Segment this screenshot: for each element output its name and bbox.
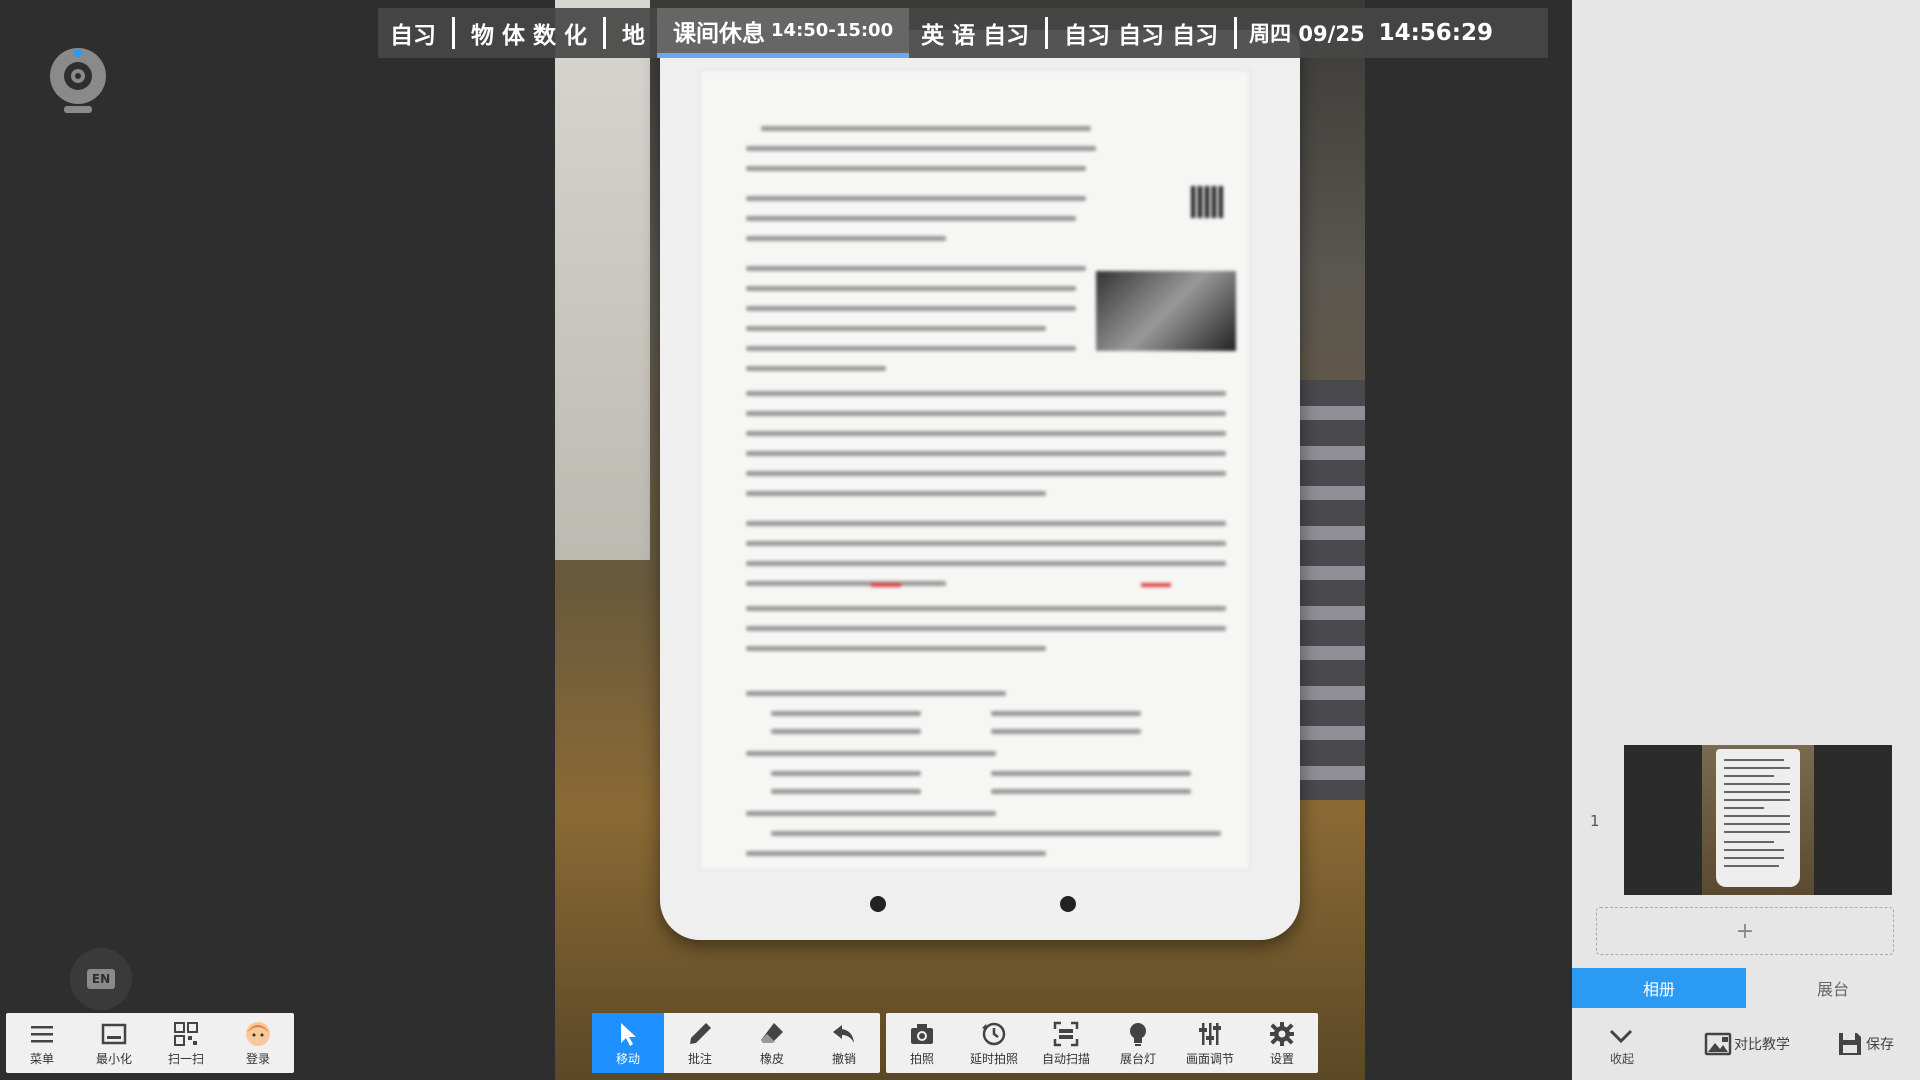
schedule-separator bbox=[1045, 17, 1049, 49]
scan-button[interactable]: 扫一扫 bbox=[150, 1013, 222, 1073]
collapse-button[interactable]: 收起 bbox=[1572, 1022, 1672, 1067]
settings-button[interactable]: 设置 bbox=[1246, 1013, 1318, 1073]
eraser-icon bbox=[761, 1022, 783, 1043]
minimize-button[interactable]: 最小化 bbox=[78, 1013, 150, 1073]
album-panel: 1 + 相册 展台 收起 对比教学 保存 bbox=[1572, 0, 1920, 1080]
tab-stage[interactable]: 展台 bbox=[1746, 968, 1920, 1008]
document-paper bbox=[700, 70, 1250, 870]
background-wall bbox=[555, 0, 650, 560]
schedule-item: 地 bbox=[622, 23, 646, 49]
gear-icon bbox=[1270, 1021, 1294, 1046]
minimize-icon bbox=[101, 1023, 127, 1044]
en-badge: EN bbox=[86, 969, 116, 989]
schedule-item: 自习 bbox=[390, 23, 436, 49]
save-button[interactable]: 保存 bbox=[1836, 1030, 1894, 1058]
light-button[interactable]: 展台灯 bbox=[1102, 1013, 1174, 1073]
thumbnail-index: 1 bbox=[1590, 812, 1600, 830]
light-bulb-icon bbox=[1130, 1022, 1146, 1046]
schedule-current-period: 课间休息 14:50-15:00 bbox=[657, 8, 910, 58]
compare-teaching-button[interactable]: 对比教学 bbox=[1704, 1030, 1790, 1058]
menu-icon bbox=[31, 1025, 53, 1042]
avatar-icon bbox=[246, 1021, 270, 1046]
schedule-item: 物 体 数 化 bbox=[471, 23, 588, 49]
login-button[interactable]: 登录 bbox=[222, 1013, 294, 1073]
current-period-label: 课间休息 bbox=[673, 20, 766, 47]
sliders-icon bbox=[1199, 1022, 1221, 1045]
undo-button[interactable]: 撤销 bbox=[808, 1013, 880, 1073]
move-button[interactable]: 移动 bbox=[592, 1013, 664, 1073]
camera-feed[interactable] bbox=[555, 0, 1365, 1080]
save-icon bbox=[1839, 1033, 1861, 1055]
camera-icon bbox=[911, 1023, 933, 1044]
schedule-clock: 14:56:29 bbox=[1378, 20, 1493, 46]
photo-button[interactable]: 拍照 bbox=[886, 1013, 958, 1073]
cursor-arrow-icon bbox=[621, 1022, 636, 1046]
document-qr-code bbox=[1191, 186, 1223, 218]
timer-photo-button[interactable]: 延时拍照 bbox=[958, 1013, 1030, 1073]
eraser-button[interactable]: 橡皮 bbox=[736, 1013, 808, 1073]
add-page-button[interactable]: + bbox=[1596, 907, 1894, 955]
compare-image-icon bbox=[1704, 1032, 1732, 1056]
capture-toolbar: 拍照 延时拍照 自动扫描 展台灯 画面调节 设置 bbox=[886, 1013, 1318, 1073]
schedule-separator bbox=[452, 17, 455, 49]
tab-album[interactable]: 相册 bbox=[1572, 968, 1746, 1008]
document-photo bbox=[1096, 271, 1236, 351]
schedule-separator bbox=[1234, 17, 1238, 49]
panel-actions: 收起 对比教学 保存 bbox=[1572, 1008, 1920, 1080]
qr-code-icon bbox=[174, 1021, 198, 1046]
timer-icon bbox=[982, 1022, 1006, 1045]
left-toolbar: 菜单 最小化 扫一扫 登录 bbox=[6, 1013, 294, 1073]
webcam-icon[interactable] bbox=[46, 44, 110, 116]
annotation-toolbar: 移动 批注 橡皮 撤销 bbox=[592, 1013, 880, 1073]
menu-button[interactable]: 菜单 bbox=[6, 1013, 78, 1073]
schedule-item: 英 语 自习 bbox=[921, 23, 1030, 49]
current-period-time: 14:50-15:00 bbox=[771, 20, 894, 41]
annotate-button[interactable]: 批注 bbox=[664, 1013, 736, 1073]
undo-icon bbox=[833, 1024, 854, 1043]
document-clipboard bbox=[660, 30, 1300, 940]
pen-icon bbox=[690, 1022, 711, 1044]
adjust-button[interactable]: 画面调节 bbox=[1174, 1013, 1246, 1073]
panel-tabs: 相册 展台 bbox=[1572, 968, 1920, 1008]
schedule-separator bbox=[603, 17, 607, 49]
input-language-button[interactable]: EN bbox=[70, 948, 132, 1010]
chevron-down-icon bbox=[1609, 1029, 1633, 1043]
schedule-bar: 自习 物 体 数 化 地 课间休息 14:50-15:00 英 语 自习 自习 … bbox=[378, 8, 1548, 58]
scan-frame-icon bbox=[1053, 1021, 1079, 1046]
auto-scan-button[interactable]: 自动扫描 bbox=[1030, 1013, 1102, 1073]
thumbnail-item[interactable] bbox=[1624, 745, 1892, 895]
background-chair bbox=[1290, 380, 1365, 800]
schedule-item: 自习 自习 自习 bbox=[1064, 23, 1219, 49]
schedule-date: 周四 09/25 bbox=[1249, 22, 1365, 46]
